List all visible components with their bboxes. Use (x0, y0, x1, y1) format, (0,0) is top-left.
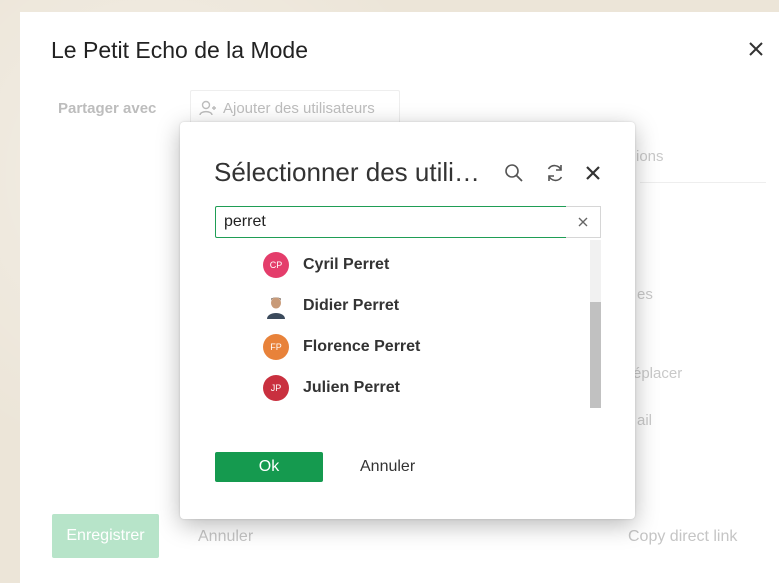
user-name: Cyril Perret (303, 256, 390, 273)
user-photo-icon (263, 293, 289, 319)
results-scrollbar[interactable] (590, 240, 601, 408)
obscured-option-text: es (637, 286, 653, 303)
cancel-button[interactable]: Annuler (360, 458, 415, 476)
obscured-move-option: éplacer (633, 365, 683, 382)
share-with-label: Partager avec (58, 99, 157, 117)
list-item[interactable]: Didier Perret (263, 291, 399, 321)
add-users-field[interactable]: Ajouter des utilisateurs (190, 90, 400, 126)
user-results-list: CP Cyril Perret Didier Perret FP Florenc… (215, 240, 601, 410)
share-with-row: Partager avec (58, 92, 156, 124)
ok-button[interactable]: Ok (215, 452, 323, 482)
scrollbar-thumb[interactable] (590, 302, 601, 408)
obscured-mail-option: ail (637, 412, 653, 429)
add-user-icon (199, 100, 216, 116)
close-icon[interactable] (582, 162, 604, 184)
list-item[interactable]: FP Florence Perret (263, 332, 420, 362)
list-item[interactable]: CP Cyril Perret (263, 250, 389, 280)
avatar: CP (263, 252, 289, 278)
copy-direct-link[interactable]: Copy direct link (628, 528, 737, 546)
obscured-tab-text: ions (636, 148, 664, 165)
avatar: FP (263, 334, 289, 360)
obscured-divider (640, 182, 766, 183)
close-icon[interactable] (746, 39, 766, 59)
cancel-link[interactable]: Annuler (198, 528, 253, 546)
user-name: Florence Perret (303, 338, 421, 355)
save-button[interactable]: Enregistrer (52, 514, 159, 558)
search-icon[interactable] (503, 162, 525, 184)
user-name: Didier Perret (303, 297, 400, 314)
clear-icon (578, 217, 588, 227)
modal-title: Sélectionner des utilisateurs (214, 157, 489, 187)
list-item[interactable]: JP Julien Perret (263, 373, 400, 403)
avatar (263, 293, 289, 319)
user-name: Julien Perret (303, 379, 400, 396)
clear-search-button[interactable] (566, 206, 601, 238)
user-search-input[interactable] (215, 206, 567, 238)
refresh-icon[interactable] (544, 162, 566, 184)
dialog-title: Le Petit Echo de la Mode (51, 37, 308, 63)
add-users-placeholder: Ajouter des utilisateurs (223, 99, 375, 117)
avatar: JP (263, 375, 289, 401)
user-search (215, 206, 601, 238)
select-users-modal: Sélectionner des utilisateurs CP Cyril P… (180, 122, 635, 519)
